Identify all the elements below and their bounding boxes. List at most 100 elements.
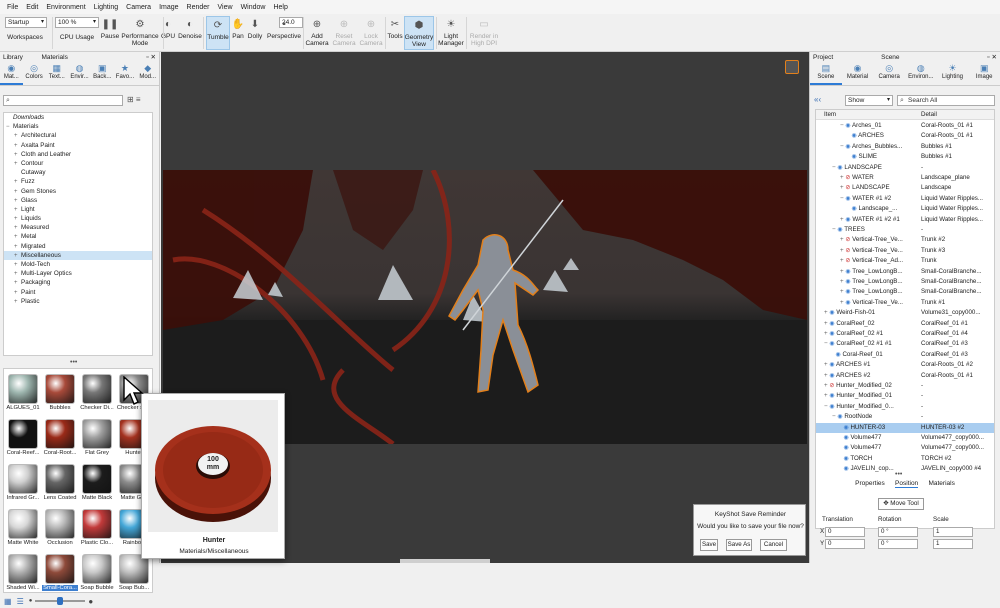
scene-tree-row[interactable]: ◉ Coral-Reef_01 CoralReef_01 #3 <box>816 350 994 360</box>
library-tree-item[interactable]: Cutaway <box>4 168 152 177</box>
scene-tree-row[interactable]: ◉ ARCHES Coral-Roots_01 #1 <box>816 131 994 141</box>
tab-properties[interactable]: Properties <box>855 480 885 488</box>
scene-tree-row[interactable]: + ⊘ WATER Landscape_plane <box>816 173 994 183</box>
library-tree-item[interactable]: + Multi-Layer Optics <box>4 269 152 278</box>
move-tool-button[interactable]: ✥ Move Tool <box>878 498 924 510</box>
library-tree-item[interactable]: + Axalta Paint <box>4 141 152 150</box>
save-as-button[interactable]: Save As <box>726 539 752 551</box>
scene-tree-row[interactable]: + ◉ CoralReef_02 CoralReef_01 #1 <box>816 319 994 329</box>
library-tree-item[interactable]: + Paint <box>4 288 152 297</box>
tab-position[interactable]: Position <box>895 480 919 488</box>
expander-icon[interactable]: + <box>840 216 844 223</box>
tools-button[interactable]: ✂ Tools <box>386 16 404 50</box>
cpu-button[interactable]: CPU Usage <box>55 34 99 48</box>
project-tab-2[interactable]: ◎ Camera <box>873 62 905 85</box>
scene-tree-row[interactable]: + ◉ CoralReef_02 #1 CoralReef_01 #4 <box>816 329 994 339</box>
material-thumbnail[interactable]: Infrared Gr... <box>5 461 41 504</box>
splitter-handle-icon[interactable]: ••• <box>70 359 77 366</box>
scene-tree-row[interactable]: − ◉ LANDSCAPE - <box>816 163 994 173</box>
project-tab-4[interactable]: ☀ Lighting <box>937 62 969 85</box>
expander-icon[interactable] <box>840 424 842 431</box>
expander-icon[interactable] <box>848 153 850 160</box>
material-thumbnail[interactable]: Flat Grey <box>79 416 115 459</box>
rotation-y-field[interactable]: 0 ° <box>878 539 918 549</box>
library-tree-item[interactable]: − Materials <box>4 122 152 131</box>
expander-icon[interactable]: + <box>840 299 844 306</box>
material-thumbnail[interactable]: Matte Black <box>79 461 115 504</box>
visibility-eye-icon[interactable]: ◉ <box>851 206 856 212</box>
visibility-eye-icon[interactable]: ◉ <box>829 362 834 368</box>
visibility-eye-icon[interactable]: ◉ <box>829 373 834 379</box>
panel-float-close-icons[interactable]: ▫ ✕ <box>987 53 997 61</box>
expander-icon[interactable]: + <box>824 309 828 316</box>
menu-edit[interactable]: Edit <box>22 4 42 11</box>
library-search-input[interactable]: ⌕ <box>3 95 123 106</box>
visibility-eye-icon[interactable]: ◉ <box>843 466 848 472</box>
library-tree-item[interactable]: + Fuzz <box>4 177 152 186</box>
menu-view[interactable]: View <box>214 4 237 11</box>
expander-icon[interactable]: − <box>840 195 844 202</box>
material-thumbnail[interactable]: Coral-Reef... <box>5 416 41 459</box>
expander-icon[interactable]: + <box>824 372 828 379</box>
library-tree-item[interactable]: + Migrated <box>4 242 152 251</box>
visibility-eye-icon[interactable]: ⊘ <box>845 258 850 264</box>
expander-icon[interactable] <box>840 444 842 451</box>
expander-icon[interactable] <box>840 455 842 462</box>
scene-search-input[interactable]: ⌕ Search All <box>897 95 995 106</box>
scene-tree-row[interactable]: + ◉ WATER #1 #2 #1 Liquid Water Ripples..… <box>816 215 994 225</box>
expander-icon[interactable] <box>848 205 850 212</box>
scene-tree-row[interactable]: + ◉ Weird-Fish-01 Volume31_copy000... <box>816 308 994 318</box>
scene-tree-row[interactable]: + ⊘ Vertical-Tree_Ve... Trunk #2 <box>816 235 994 245</box>
expander-icon[interactable]: + <box>824 361 828 368</box>
visibility-eye-icon[interactable]: ◉ <box>829 404 834 410</box>
expander-icon[interactable]: − <box>832 226 836 233</box>
scene-tree-row[interactable]: ◉ Landscape_... Liquid Water Ripples... <box>816 204 994 214</box>
grid-view-icon[interactable]: ▦ <box>4 597 12 606</box>
visibility-eye-icon[interactable]: ◉ <box>829 321 834 327</box>
visibility-eye-icon[interactable]: ◉ <box>837 165 842 171</box>
material-thumbnail[interactable]: Lens Coated <box>42 461 78 504</box>
scene-tree-row[interactable]: + ◉ ARCHES #1 Coral-Roots_01 #2 <box>816 360 994 370</box>
material-thumbnail[interactable]: Checker Di... <box>79 371 115 414</box>
expander-icon[interactable]: + <box>14 298 21 307</box>
expander-icon[interactable] <box>848 132 850 139</box>
library-tab-4[interactable]: ▣ Back... <box>91 62 114 85</box>
visibility-eye-icon[interactable]: ◉ <box>845 289 850 295</box>
library-tree-item[interactable]: + Mold-Tech <box>4 260 152 269</box>
scale-y-field[interactable]: 1 <box>933 539 973 549</box>
scene-tree-row[interactable]: ◉ TORCH TORCH #2 <box>816 454 994 464</box>
visibility-eye-icon[interactable]: ⊘ <box>845 175 850 181</box>
translation-x-field[interactable]: 0 <box>825 527 865 537</box>
thumbnail-size-slider[interactable] <box>35 597 86 605</box>
expander-icon[interactable]: + <box>840 268 844 275</box>
library-view-icons[interactable]: ⊞ ≡ <box>127 95 141 104</box>
workspaces-button[interactable]: Workspaces <box>3 34 47 48</box>
visibility-eye-icon[interactable]: ◉ <box>835 352 840 358</box>
menu-camera[interactable]: Camera <box>122 4 155 11</box>
save-button[interactable]: Save <box>700 539 718 551</box>
panel-float-close-icons[interactable]: ▫ ✕ <box>146 53 156 61</box>
rotation-x-field[interactable]: 0 ° <box>878 527 918 537</box>
expander-icon[interactable]: + <box>840 288 844 295</box>
expander-icon[interactable]: + <box>824 320 828 327</box>
scene-tree-row[interactable]: ◉ Volume477 Volume477_copy000... <box>816 443 994 453</box>
zoom-select[interactable]: 100 % ▾ <box>55 17 99 28</box>
visibility-eye-icon[interactable]: ◉ <box>845 300 850 306</box>
slider-handle[interactable] <box>57 597 64 605</box>
expander-icon[interactable] <box>840 434 842 441</box>
pause-button[interactable]: ❚❚ Pause <box>100 16 120 50</box>
visibility-eye-icon[interactable]: ◉ <box>843 445 848 451</box>
project-tab-0[interactable]: ▤ Scene <box>810 62 842 85</box>
visibility-eye-icon[interactable]: ◉ <box>843 456 848 462</box>
project-tab-5[interactable]: ▣ Image <box>968 62 1000 85</box>
scene-tree-row[interactable]: + ◉ Tree_LowLongB... Small-CoralBranche..… <box>816 267 994 277</box>
scene-tree-row[interactable]: − ◉ Arches_Bubbles... Bubbles #1 <box>816 142 994 152</box>
scene-tree-row[interactable]: + ◉ Tree_LowLongB... Small-CoralBranche..… <box>816 277 994 287</box>
expander-icon[interactable]: + <box>840 278 844 285</box>
expander-icon[interactable]: + <box>824 330 828 337</box>
menu-file[interactable]: File <box>3 4 22 11</box>
visibility-eye-icon[interactable]: ◉ <box>845 196 850 202</box>
visibility-eye-icon[interactable]: ⊘ <box>845 185 850 191</box>
expander-icon[interactable]: − <box>6 123 13 132</box>
perspective-button[interactable]: ▪ Perspective <box>266 16 302 50</box>
